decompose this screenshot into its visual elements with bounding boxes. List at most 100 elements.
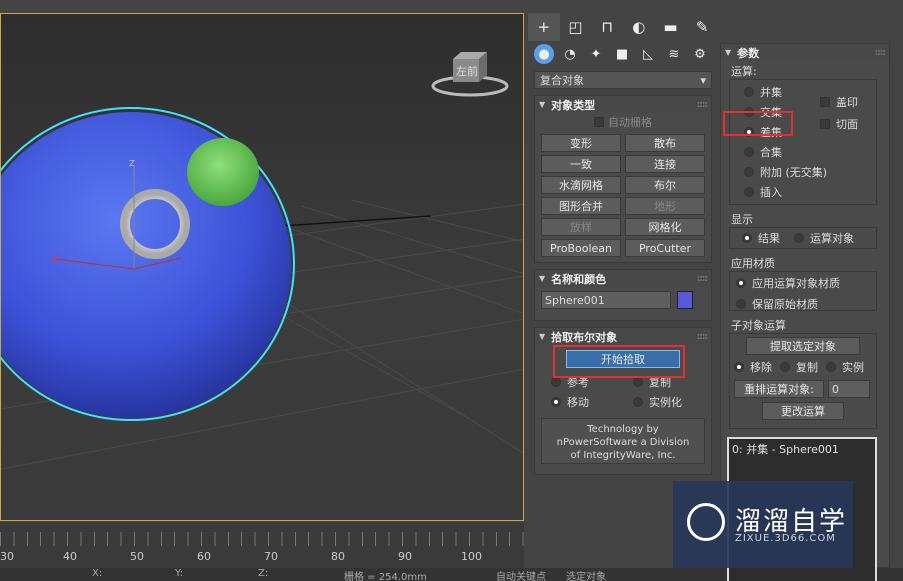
keep-original-radio[interactable]: 保留原始材质 — [736, 296, 876, 312]
systems-icon[interactable]: ⚙ — [690, 44, 710, 64]
merge-radio[interactable]: 合集 — [744, 144, 876, 160]
reorder-spinner[interactable]: 0 — [828, 380, 870, 398]
imprint-checkbox[interactable]: 盖印 — [820, 94, 858, 110]
grid-size-text: 栅格 = 254.0mm — [344, 572, 427, 581]
morph-button[interactable]: 变形 — [541, 134, 621, 152]
object-type-rollout: ▼ 对象类型 :::: 自动栅格 变形 散布 一致 连接 水滴网格 布尔 图形合… — [534, 95, 712, 263]
timeline-label: 80 — [331, 550, 345, 563]
create-category-bar: ● ◔ ✦ ■ ◺ ≋ ⚙ — [528, 41, 718, 67]
imprint-label: 盖印 — [836, 96, 858, 109]
y-coord-label: Y: — [175, 568, 184, 579]
autogrid-label: 自动栅格 — [608, 116, 652, 129]
object-name-input[interactable]: Sphere001 — [541, 291, 671, 309]
parameters-title: 参数 — [737, 46, 760, 60]
timeline[interactable]: 30 40 50 60 70 80 90 100 — [0, 522, 524, 568]
helpers-icon[interactable]: ◺ — [638, 44, 658, 64]
lights-icon[interactable]: ✦ — [586, 44, 606, 64]
copy-op-label: 复制 — [796, 361, 818, 374]
proboolean-button[interactable]: ProBoolean — [541, 239, 621, 257]
boolean-button[interactable]: 布尔 — [625, 176, 705, 194]
insert-radio[interactable]: 插入 — [744, 184, 876, 200]
display-tab-icon[interactable]: ▬ — [655, 13, 687, 41]
viewport-scene: z y 左前 — [1, 52, 523, 470]
result-label: 结果 — [758, 232, 780, 245]
shapemerge-button[interactable]: 图形合并 — [541, 197, 621, 215]
cameras-icon[interactable]: ■ — [612, 44, 632, 64]
grip-icon: :::: — [874, 47, 886, 58]
cut-checkbox[interactable]: 切面 — [820, 116, 858, 132]
name-color-title: 名称和颜色 — [551, 272, 607, 286]
sub-object-group: 提取选定对象 移除 复制 实例 重排运算对象: 0 更改运算 — [729, 333, 877, 429]
timeline-label: 100 — [461, 550, 482, 563]
grip-icon: :::: — [696, 331, 708, 342]
svg-text:z: z — [129, 156, 135, 169]
operands-radio[interactable]: 运算对象 — [794, 230, 854, 246]
union-label: 并集 — [760, 86, 782, 99]
attach-label: 附加 (无交集) — [760, 166, 828, 179]
pick-boolean-title: 拾取布尔对象 — [551, 330, 618, 344]
spacewarps-icon[interactable]: ≋ — [664, 44, 684, 64]
hierarchy-tab-icon[interactable]: ⊓ — [591, 13, 623, 41]
perspective-viewport[interactable]: z y 左前 — [0, 13, 524, 521]
pick-boolean-header[interactable]: ▼ 拾取布尔对象 :::: — [535, 328, 711, 345]
name-color-header[interactable]: ▼ 名称和颜色 :::: — [535, 270, 711, 287]
chevron-down-icon: ▾ — [700, 73, 706, 87]
object-color-swatch[interactable] — [677, 291, 693, 309]
parameters-header[interactable]: ▼ 参数 :::: — [721, 44, 889, 61]
merge-label: 合集 — [760, 146, 782, 159]
procutter-button[interactable]: ProCutter — [625, 239, 705, 257]
object-type-title: 对象类型 — [551, 98, 596, 112]
sub-object-title: 子对象运算 — [731, 319, 786, 332]
apply-material-group: 应用运算对象材质 保留原始材质 — [729, 271, 877, 311]
remove-radio[interactable]: 移除 — [734, 359, 772, 375]
credit-line: nPowerSoftware a Division — [556, 437, 690, 448]
insert-label: 插入 — [760, 186, 782, 199]
viewcube[interactable]: 左前 — [431, 52, 509, 97]
timeline-label: 90 — [398, 550, 412, 563]
operation-title: 运算: — [731, 65, 757, 78]
copy-op-radio[interactable]: 复制 — [780, 359, 818, 375]
result-radio[interactable]: 结果 — [742, 230, 780, 246]
timeline-label: 30 — [0, 550, 14, 563]
utilities-tab-icon[interactable]: ✎ — [686, 13, 718, 41]
collapse-arrow-icon: ▼ — [539, 100, 546, 109]
timeline-label: 60 — [197, 550, 211, 563]
mesher-button[interactable]: 网格化 — [625, 218, 705, 236]
instance-op-radio[interactable]: 实例 — [826, 359, 864, 375]
autokey-button[interactable]: 自动关键点 — [496, 568, 546, 581]
change-operation-button[interactable]: 更改运算 — [762, 402, 844, 420]
autogrid-checkbox[interactable] — [594, 117, 604, 127]
reorder-operands-button[interactable]: 重排运算对象: — [734, 380, 824, 398]
geometry-type-dropdown[interactable]: 复合对象 ▾ — [534, 71, 712, 89]
credit-line: of IntegrityWare, Inc. — [570, 450, 676, 461]
autogrid-row[interactable]: 自动栅格 — [535, 113, 711, 131]
move-radio[interactable]: 移动 — [551, 394, 633, 410]
scatter-button[interactable]: 散布 — [625, 134, 705, 152]
motion-tab-icon[interactable]: ◐ — [623, 13, 655, 41]
highlight-start-pick — [553, 345, 685, 378]
key-filter-select[interactable]: 选定对象 — [566, 568, 606, 581]
modify-tab-icon[interactable]: ◰ — [560, 13, 592, 41]
connect-button[interactable]: 连接 — [625, 155, 705, 173]
create-tab-icon[interactable]: + — [528, 13, 560, 41]
highlight-subtract — [723, 111, 793, 136]
terrain-button: 地形 — [625, 197, 705, 215]
list-item[interactable]: 0: 并集 - Sphere001 — [732, 441, 872, 457]
operand-material-label: 应用运算对象材质 — [752, 277, 840, 290]
conform-button[interactable]: 一致 — [541, 155, 621, 173]
apply-material-title: 应用材质 — [731, 257, 775, 270]
instance-op-label: 实例 — [842, 361, 864, 374]
svg-text:左前: 左前 — [456, 64, 478, 78]
shapes-icon[interactable]: ◔ — [560, 44, 580, 64]
geometry-icon[interactable]: ● — [534, 44, 554, 64]
object-type-header[interactable]: ▼ 对象类型 :::: — [535, 96, 711, 113]
object-type-buttons: 变形 散布 一致 连接 水滴网格 布尔 图形合并 地形 放样 网格化 ProBo… — [535, 131, 711, 263]
operand-material-radio[interactable]: 应用运算对象材质 — [736, 275, 876, 291]
extract-selected-button[interactable]: 提取选定对象 — [746, 337, 860, 355]
attach-radio[interactable]: 附加 (无交集) — [744, 164, 876, 180]
watermark: 溜溜自学 ZIXUE.3D66.COM — [673, 481, 853, 568]
grip-icon: :::: — [696, 99, 708, 110]
blobmesh-button[interactable]: 水滴网格 — [541, 176, 621, 194]
instance-radio[interactable]: 实例化 — [633, 394, 713, 410]
collapse-arrow-icon: ▼ — [539, 274, 546, 283]
